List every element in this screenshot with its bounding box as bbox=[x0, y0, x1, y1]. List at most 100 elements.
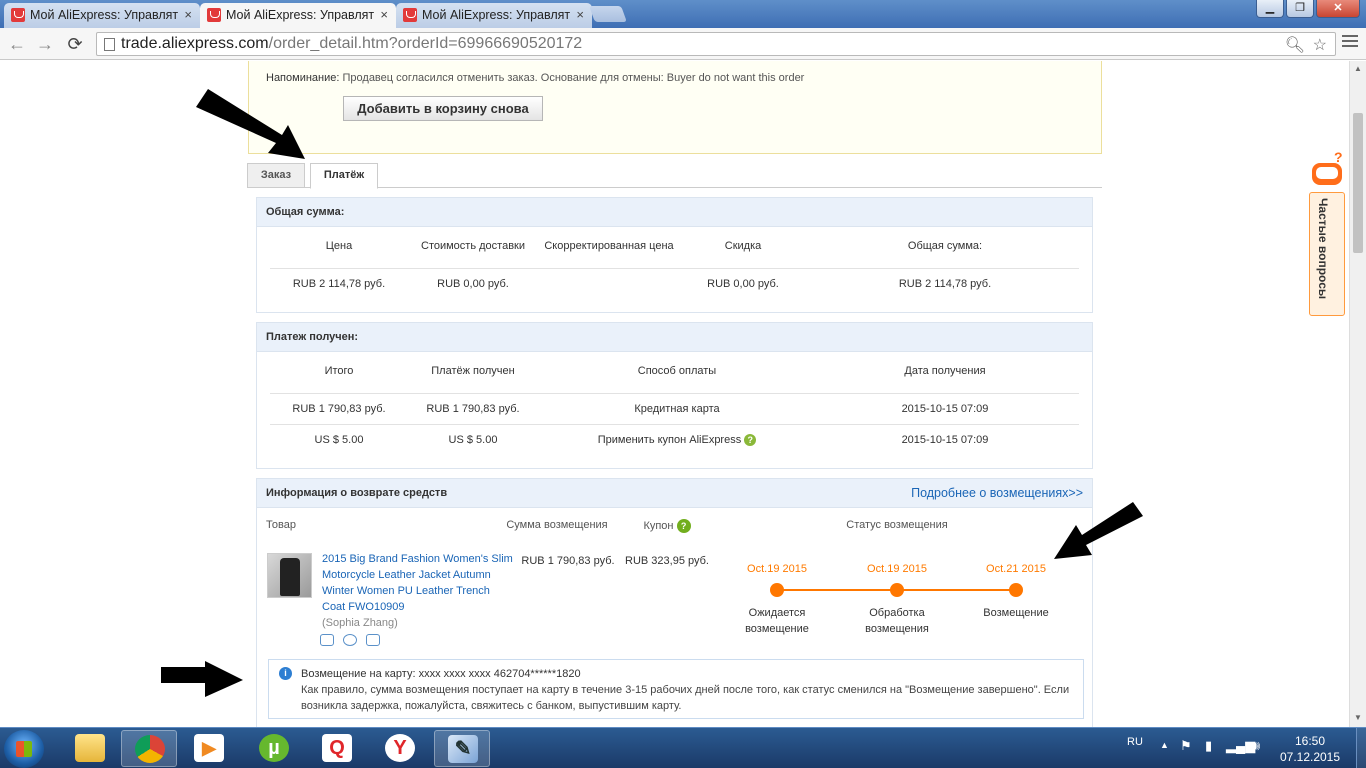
col-header-amount: Сумма возмещения bbox=[506, 519, 608, 531]
timeline-date: Oct.19 2015 bbox=[867, 563, 927, 575]
notice-text: Напоминание: Продавец согласился отменит… bbox=[266, 72, 804, 84]
payment-received-panel: Платеж получен: Итого Платёж получен Спо… bbox=[256, 322, 1093, 469]
taskbar-utorrent[interactable]: µ bbox=[246, 730, 302, 767]
scroll-up-icon[interactable]: ▲ bbox=[1354, 64, 1362, 73]
address-path: /order_detail.htm?orderId=69966690520172 bbox=[268, 35, 583, 52]
scroll-thumb[interactable] bbox=[1353, 113, 1363, 253]
start-button[interactable] bbox=[4, 730, 44, 768]
tab-title: Мой AliExpress: Управлят bbox=[422, 8, 571, 22]
add-to-cart-again-button[interactable]: Добавить в корзину снова bbox=[343, 96, 543, 121]
total-panel: Общая сумма: Цена Стоимость доставки Ско… bbox=[256, 197, 1093, 313]
reload-button[interactable]: ⟳ bbox=[64, 33, 86, 55]
zoom-icon[interactable]: 🔍︎ bbox=[1285, 35, 1305, 57]
volume-icon[interactable]: 🔊︎ bbox=[1252, 738, 1260, 754]
browser-tab-2[interactable]: Мой AliExpress: Управлят × bbox=[200, 3, 396, 29]
search-app-icon: Q bbox=[322, 734, 352, 762]
chrome-icon bbox=[135, 735, 165, 763]
tab-close-icon[interactable]: × bbox=[576, 3, 584, 27]
show-hidden-icons-icon[interactable]: ▲ bbox=[1160, 740, 1169, 750]
col-header-coupon: Купон ? bbox=[637, 519, 697, 533]
action-center-flag-icon[interactable]: ⚑ bbox=[1180, 738, 1192, 754]
timeline-label: Обработка возмещения bbox=[865, 607, 929, 635]
table-cell: Применить купон AliExpress bbox=[597, 434, 742, 446]
table-cell: RUB 1 790,83 руб. bbox=[292, 403, 386, 415]
window-controls: ▁ ❐ ✕ bbox=[1256, 0, 1360, 18]
show-desktop-button[interactable] bbox=[1356, 728, 1366, 768]
tab-close-icon[interactable]: × bbox=[184, 3, 192, 27]
col-header-status: Статус возмещения bbox=[846, 519, 948, 531]
address-bar[interactable]: trade.aliexpress.com/order_detail.htm?or… bbox=[96, 32, 1336, 56]
language-indicator[interactable]: RU bbox=[1127, 736, 1143, 748]
folder-icon bbox=[75, 734, 105, 762]
product-title-link[interactable]: 2015 Big Brand Fashion Women's Slim Moto… bbox=[322, 551, 514, 615]
close-window-button[interactable]: ✕ bbox=[1316, 0, 1360, 18]
table-cell: US $ 5.00 bbox=[314, 434, 364, 446]
clock-time: 16:50 bbox=[1294, 734, 1326, 748]
timeline-date: Oct.19 2015 bbox=[747, 563, 807, 575]
payment-method-coupon: Применить купон AliExpress ? bbox=[582, 434, 772, 447]
help-icon[interactable]: ? bbox=[676, 519, 691, 533]
table-cell: RUB 2 114,78 руб. bbox=[898, 278, 992, 290]
store-icon[interactable] bbox=[366, 634, 380, 646]
taskbar-paint[interactable]: ✎ bbox=[434, 730, 490, 767]
col-header: Стоимость доставки bbox=[421, 240, 525, 252]
col-header: Платёж получен bbox=[431, 365, 515, 377]
browser-tab-3[interactable]: Мой AliExpress: Управлят × bbox=[396, 3, 592, 28]
new-tab-button[interactable] bbox=[589, 6, 627, 22]
minimize-button[interactable]: ▁ bbox=[1256, 0, 1284, 18]
table-cell: RUB 0,00 руб. bbox=[707, 278, 779, 290]
taskbar-chrome[interactable] bbox=[121, 730, 177, 767]
maximize-button[interactable]: ❐ bbox=[1286, 0, 1314, 18]
support-robot-icon[interactable]: ? bbox=[1310, 149, 1344, 189]
browser-tabstrip: Мой AliExpress: Управлят × Мой AliExpres… bbox=[0, 0, 1366, 29]
back-button[interactable]: ← bbox=[6, 33, 28, 55]
refund-coupon: RUB 323,95 руб. bbox=[625, 555, 709, 567]
aliexpress-favicon-icon bbox=[207, 8, 221, 22]
table-cell: 2015-10-15 07:09 bbox=[901, 403, 989, 415]
snapshot-icon[interactable] bbox=[320, 634, 334, 646]
browser-menu-icon[interactable] bbox=[1342, 35, 1358, 51]
yandex-icon: Y bbox=[385, 734, 415, 762]
network-signal-icon[interactable]: ▂▄▆ bbox=[1226, 738, 1255, 754]
table-cell: RUB 2 114,78 руб. bbox=[292, 278, 386, 290]
coupon-label: Купон bbox=[643, 519, 674, 532]
col-header: Итого bbox=[324, 365, 354, 377]
timeline-date: Oct.21 2015 bbox=[986, 563, 1046, 575]
system-clock[interactable]: 16:50 07.12.2015 bbox=[1270, 733, 1350, 765]
col-header: Скидка bbox=[724, 240, 762, 252]
battery-icon[interactable]: ▮ bbox=[1205, 738, 1212, 754]
tab-order[interactable]: Заказ bbox=[247, 163, 305, 188]
info-icon: i bbox=[279, 667, 292, 680]
tab-title: Мой AliExpress: Управлят bbox=[30, 8, 179, 22]
help-icon[interactable]: ? bbox=[744, 434, 757, 447]
faq-label[interactable]: Частые вопросы bbox=[1316, 198, 1330, 299]
taskbar-yandex[interactable]: Y bbox=[372, 730, 428, 767]
seller-name: (Sophia Zhang) bbox=[322, 617, 398, 629]
bookmark-star-icon[interactable]: ☆ bbox=[1313, 35, 1327, 57]
row-divider bbox=[270, 268, 1079, 269]
page-scrollbar[interactable]: ▲ ▼ bbox=[1349, 61, 1366, 727]
taskbar-search-app[interactable]: Q bbox=[309, 730, 365, 767]
tab-close-icon[interactable]: × bbox=[380, 3, 388, 27]
refund-amount: RUB 1 790,83 руб. bbox=[521, 555, 615, 567]
total-panel-title: Общая сумма: bbox=[257, 198, 1092, 227]
table-cell: Кредитная карта bbox=[634, 403, 720, 415]
clock-date: 07.12.2015 bbox=[1279, 750, 1341, 764]
refund-panel-title: Информация о возврате средств bbox=[266, 487, 448, 499]
table-cell: RUB 0,00 руб. bbox=[437, 278, 509, 290]
browser-tab-1[interactable]: Мой AliExpress: Управлят × bbox=[4, 3, 200, 28]
scroll-down-icon[interactable]: ▼ bbox=[1354, 713, 1362, 722]
tab-title: Мой AliExpress: Управлят bbox=[226, 8, 375, 22]
refund-details-link[interactable]: Подробнее о возмещениях>> bbox=[911, 479, 1083, 507]
taskbar-explorer[interactable] bbox=[62, 730, 118, 767]
forward-button[interactable]: → bbox=[34, 33, 56, 55]
refresh-icon[interactable] bbox=[343, 634, 357, 646]
tab-payment[interactable]: Платёж bbox=[310, 163, 378, 189]
card-refund-info: i Возмещение на карту: xxxx xxxx xxxx 46… bbox=[268, 659, 1084, 719]
refund-card-note: Как правило, сумма возмещения поступает … bbox=[301, 684, 1070, 712]
windows-taskbar: ▶ µ Q Y ✎ RU ▲ ⚑ ▮ ▂▄▆ 🔊︎ 16:50 07.12.20… bbox=[0, 727, 1366, 768]
refund-card-line: Возмещение на карту: xxxx xxxx xxxx 4627… bbox=[301, 668, 581, 680]
product-thumbnail[interactable] bbox=[267, 553, 312, 598]
table-cell: US $ 5.00 bbox=[448, 434, 498, 446]
taskbar-media-player[interactable]: ▶ bbox=[181, 730, 237, 767]
